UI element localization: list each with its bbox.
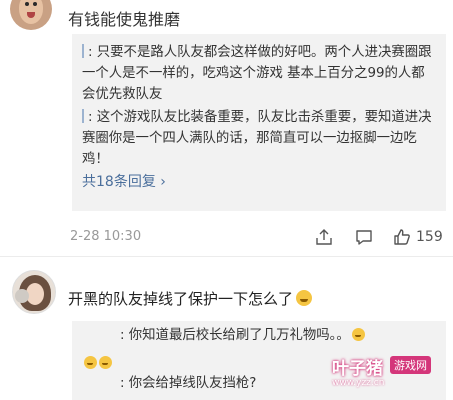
reply-item[interactable]: : 只要不是路人队友都会这样做的好吧。两个人进决赛圈跟一个人是不一样的，吃鸡这个…	[82, 42, 436, 105]
comment-divider	[0, 256, 453, 257]
avatar-eye	[25, 2, 29, 6]
reply-colon: :	[120, 328, 129, 343]
comment-meta-bar: 2-28 10:30 159	[70, 229, 446, 247]
reply-author-placeholder[interactable]	[82, 109, 84, 123]
emoji-icon	[84, 356, 97, 369]
reply-text: 这个游戏队友比装备重要，队友比击杀重要，要知道进决赛圈你是一个四人满队的话，那简…	[82, 110, 432, 167]
watermark-url: www.yzz.cn	[332, 378, 385, 388]
avatar-cat	[15, 289, 29, 303]
reply-item[interactable]: : 这个游戏队友比装备重要，队友比击杀重要，要知道进决赛圈你是一个四人满队的话，…	[82, 107, 436, 170]
share-icon[interactable]	[314, 227, 334, 247]
reply-colon: :	[120, 376, 129, 391]
comment-icon[interactable]	[354, 227, 374, 247]
reply-text: 你知道最后校长给刷了几万礼物吗。。	[128, 328, 350, 343]
view-all-replies-link[interactable]: 共18条回复 ›	[82, 172, 436, 193]
reply-count-label: 共18条回复	[82, 174, 156, 190]
site-watermark: 叶子猪 游戏网 www.yzz.cn	[332, 354, 448, 396]
avatar-eye	[33, 2, 37, 6]
chevron-right-icon: ›	[160, 174, 166, 190]
emoji-icon	[296, 290, 313, 306]
reply-colon: :	[88, 110, 97, 125]
emoji-icon	[99, 356, 112, 369]
reply-author-placeholder[interactable]	[82, 44, 84, 58]
user-avatar[interactable]	[10, 0, 52, 30]
watermark-sub: 游戏网	[390, 356, 431, 374]
emoji-group	[82, 353, 112, 374]
user-avatar[interactable]	[12, 270, 56, 314]
reply-text: 只要不是路人队友都会这样做的好吧。两个人进决赛圈跟一个人是不一样的，吃鸡这个游戏…	[82, 45, 432, 102]
thumbs-up-icon[interactable]	[392, 227, 412, 247]
comment-timestamp: 2-28 10:30	[70, 229, 142, 244]
comment-username[interactable]: 有钱能使鬼推磨	[68, 6, 180, 30]
comment-text: 开黑的队友掉线了保护一下怎么了	[68, 290, 294, 308]
emoji-icon	[351, 328, 365, 341]
reply-thread[interactable]: : 只要不是路人队友都会这样做的好吧。两个人进决赛圈跟一个人是不一样的，吃鸡这个…	[72, 34, 446, 211]
reply-item[interactable]: : 你知道最后校长给刷了几万礼物吗。。	[82, 325, 436, 349]
reply-text: 你会给掉线队友挡枪?	[128, 376, 257, 391]
watermark-logo-text: 叶子猪	[332, 359, 383, 379]
comment-content: 开黑的队友掉线了保护一下怎么了	[68, 288, 313, 309]
reply-colon: :	[88, 45, 97, 60]
like-count: 159	[416, 229, 443, 245]
